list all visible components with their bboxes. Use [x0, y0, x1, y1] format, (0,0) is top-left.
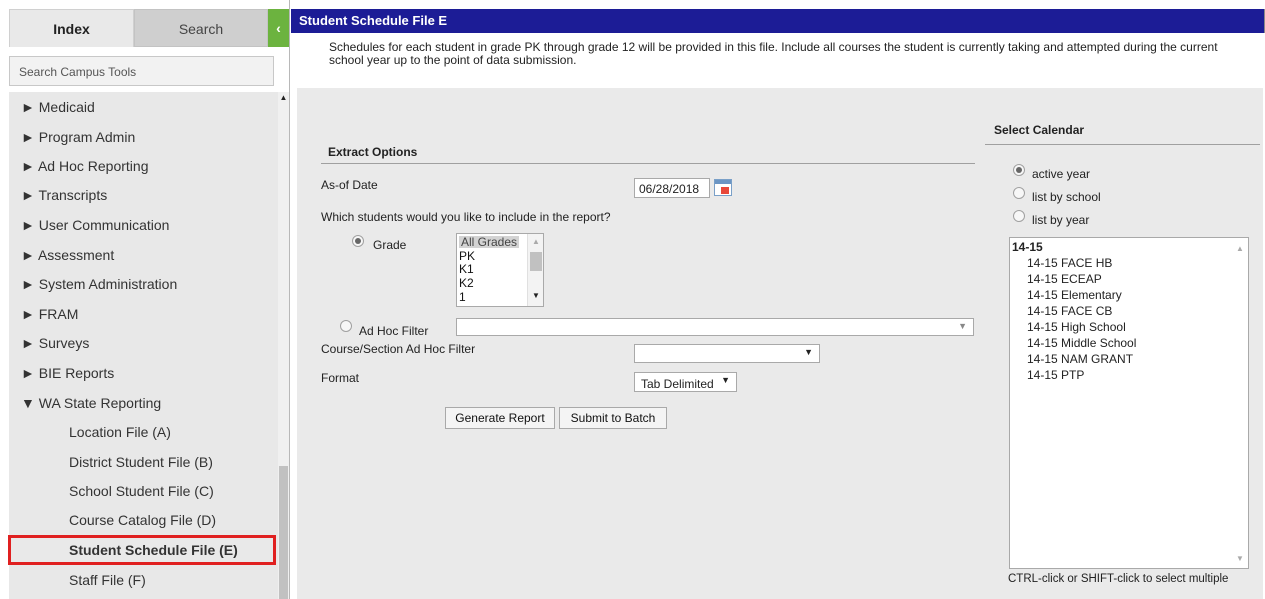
format-label: Format	[321, 371, 360, 385]
sidebar-scrollbar[interactable]: ▲	[278, 92, 289, 599]
grade-radio[interactable]	[352, 235, 364, 247]
chevron-down-icon: ▼	[804, 347, 813, 357]
scroll-up-icon[interactable]: ▲	[532, 237, 540, 246]
tree-item-ad-hoc-reporting[interactable]: ► Ad Hoc Reporting	[9, 151, 278, 181]
grade-option[interactable]: K2	[459, 277, 474, 289]
grade-label: Grade	[373, 238, 407, 252]
generate-report-button[interactable]: Generate Report	[445, 407, 555, 429]
tree-item-location-file[interactable]: Location File (A)	[9, 417, 278, 447]
grade-list-scrollbar[interactable]: ▲ ▼	[527, 234, 543, 306]
tab-index[interactable]: Index	[9, 9, 134, 47]
ad-hoc-filter-label: Ad Hoc Filter	[359, 324, 429, 338]
calendar-option[interactable]: 14-15 PTP	[1027, 369, 1084, 381]
report-form: Extract Options As-of Date 06/28/2018 Wh…	[297, 88, 1263, 599]
calendar-option[interactable]: 14-15 NAM GRANT	[1027, 353, 1133, 365]
calendar-option[interactable]: 14-15 Elementary	[1027, 289, 1122, 301]
calendar-list-scrollbar[interactable]: ▲ ▼	[1231, 238, 1248, 568]
select-calendar-heading: Select Calendar	[994, 123, 1085, 137]
page-title: Student Schedule File E	[299, 13, 448, 28]
sidebar-tabs: Index Search ‹	[9, 9, 289, 47]
ad-hoc-filter-radio[interactable]	[340, 320, 352, 332]
chevron-down-icon: ▼	[958, 321, 967, 331]
asof-date-label: As-of Date	[321, 178, 378, 192]
scroll-thumb[interactable]	[530, 252, 542, 271]
chevron-down-icon: ▼	[721, 375, 730, 385]
submit-to-batch-button[interactable]: Submit to Batch	[559, 407, 667, 429]
extract-options-heading: Extract Options	[328, 145, 418, 159]
tool-tree: ► Medicaid ► Program Admin ► Ad Hoc Repo…	[8, 92, 278, 599]
extract-options-divider	[321, 163, 975, 164]
calendar-option[interactable]: 14-15 FACE CB	[1027, 305, 1112, 317]
scroll-down-icon[interactable]: ▼	[1236, 554, 1244, 563]
tree-item-school-student-file[interactable]: School Student File (C)	[9, 476, 278, 506]
main-panel: Student Schedule File E Schedules for ea…	[291, 0, 1265, 599]
scroll-up-icon[interactable]: ▲	[1236, 244, 1244, 253]
tree-item-bie-reports[interactable]: ► BIE Reports	[9, 358, 278, 388]
grade-option[interactable]: All Grades	[459, 236, 520, 248]
active-year-label: active year	[1032, 167, 1091, 181]
sidebar: Index Search ‹ Search Campus Tools ► Med…	[0, 0, 290, 599]
asof-date-input[interactable]: 06/28/2018	[634, 178, 710, 198]
tree-item-transcripts[interactable]: ► Transcripts	[9, 180, 278, 210]
course-section-filter-label: Course/Section Ad Hoc Filter	[321, 342, 476, 356]
grade-option[interactable]: K1	[459, 263, 474, 275]
calendar-option[interactable]: 14-15 Middle School	[1027, 337, 1136, 349]
ad-hoc-filter-select[interactable]: ▼	[456, 318, 974, 336]
grade-option[interactable]: PK	[459, 250, 475, 262]
active-year-radio[interactable]	[1013, 164, 1025, 176]
grade-option[interactable]: 1	[459, 291, 466, 303]
tree-item-course-catalog-file[interactable]: Course Catalog File (D)	[9, 505, 278, 535]
grade-listbox[interactable]: All Grades PK K1 K2 1 ▲ ▼	[456, 233, 544, 307]
calendar-year-group: 14-15	[1012, 240, 1043, 254]
calendar-option[interactable]: 14-15 FACE HB	[1027, 257, 1112, 269]
scroll-down-icon[interactable]: ▼	[532, 291, 540, 300]
tree-item-medicaid[interactable]: ► Medicaid	[9, 92, 278, 122]
students-question: Which students would you like to include…	[321, 210, 611, 224]
scroll-up-arrow-icon[interactable]: ▲	[278, 92, 289, 104]
list-by-school-radio[interactable]	[1013, 187, 1025, 199]
calendar-icon[interactable]	[714, 179, 732, 196]
select-calendar-divider	[985, 144, 1260, 145]
tree-item-system-administration[interactable]: ► System Administration	[9, 269, 278, 299]
tree-item-surveys[interactable]: ► Surveys	[9, 328, 278, 358]
course-section-filter-select[interactable]: ▼	[634, 344, 820, 363]
calendar-option[interactable]: 14-15 High School	[1027, 321, 1126, 333]
tree-item-user-communication[interactable]: ► User Communication	[9, 210, 278, 240]
tree-item-program-admin[interactable]: ► Program Admin	[9, 122, 278, 152]
list-by-school-label: list by school	[1032, 190, 1101, 204]
calendar-option[interactable]: 14-15 ECEAP	[1027, 273, 1102, 285]
tree-item-assessment[interactable]: ► Assessment	[9, 240, 278, 270]
tab-search[interactable]: Search	[134, 9, 268, 47]
list-by-year-label: list by year	[1032, 213, 1090, 227]
calendar-multiselect-hint: CTRL-click or SHIFT-click to select mult…	[1008, 573, 1229, 585]
title-bar: Student Schedule File E	[291, 9, 1265, 33]
tree-item-student-schedule-file[interactable]: Student Schedule File (E)	[8, 535, 276, 565]
tree-item-wa-state-reporting[interactable]: ▼ WA State Reporting	[9, 388, 278, 418]
format-value: Tab Delimited	[641, 377, 714, 391]
tree-item-district-student-file[interactable]: District Student File (B)	[9, 447, 278, 477]
format-select[interactable]: Tab Delimited ▼	[634, 372, 737, 392]
calendar-listbox[interactable]: 14-15 14-15 FACE HB 14-15 ECEAP 14-15 El…	[1009, 237, 1249, 569]
tree-item-staff-file[interactable]: Staff File (F)	[9, 565, 278, 595]
tree-item-fram[interactable]: ► FRAM	[9, 299, 278, 329]
search-campus-tools-input[interactable]: Search Campus Tools	[9, 56, 274, 86]
page-description: Schedules for each student in grade PK t…	[329, 40, 1218, 67]
scroll-thumb[interactable]	[279, 466, 288, 599]
collapse-sidebar-button[interactable]: ‹	[268, 9, 289, 47]
list-by-year-radio[interactable]	[1013, 210, 1025, 222]
